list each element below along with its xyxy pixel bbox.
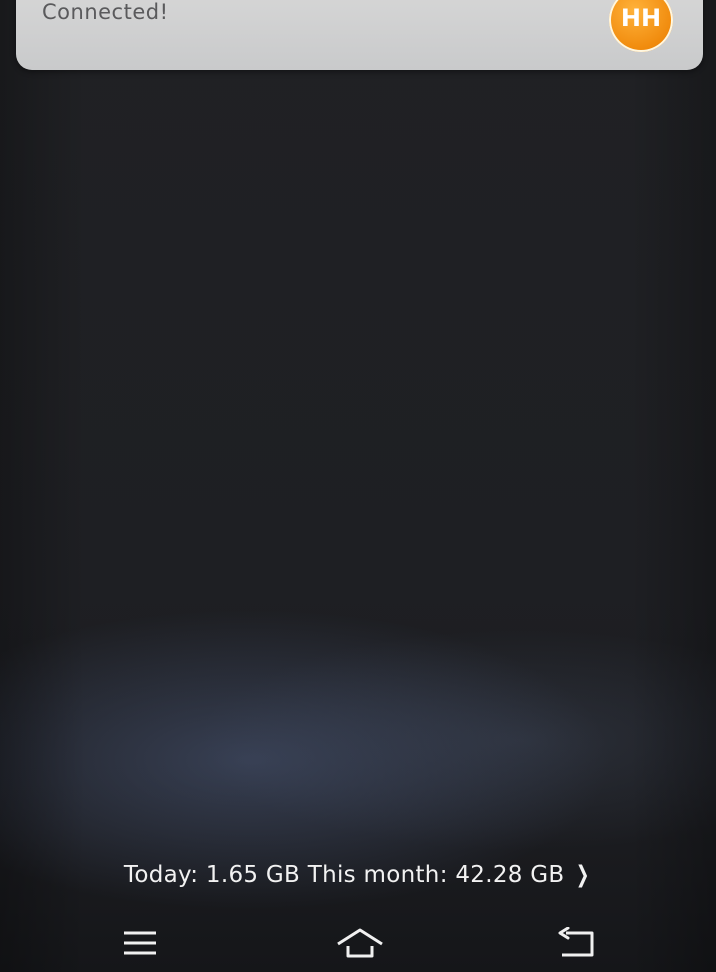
notification-text: Connected! <box>42 0 169 24</box>
home-button[interactable] <box>330 918 390 968</box>
menu-button[interactable] <box>110 918 170 968</box>
background-vignette <box>0 0 716 972</box>
app-badge-icon[interactable]: HH <box>609 0 673 52</box>
data-usage-text: Today: 1.65 GB This month: 42.28 GB <box>123 862 565 888</box>
chevron-right-icon: ❯ <box>575 862 590 888</box>
back-icon <box>558 927 594 957</box>
screen: Connected! HH Today: 1.65 GB This month:… <box>0 0 716 972</box>
notification-card[interactable]: Connected! HH <box>16 0 703 70</box>
app-badge-label: HH <box>620 4 662 32</box>
menu-icon <box>124 931 156 955</box>
data-usage-link[interactable]: Today: 1.65 GB This month: 42.28 GB ❯ <box>0 862 716 888</box>
navigation-bar <box>0 910 716 972</box>
back-button[interactable] <box>548 918 608 968</box>
home-icon <box>337 928 383 958</box>
